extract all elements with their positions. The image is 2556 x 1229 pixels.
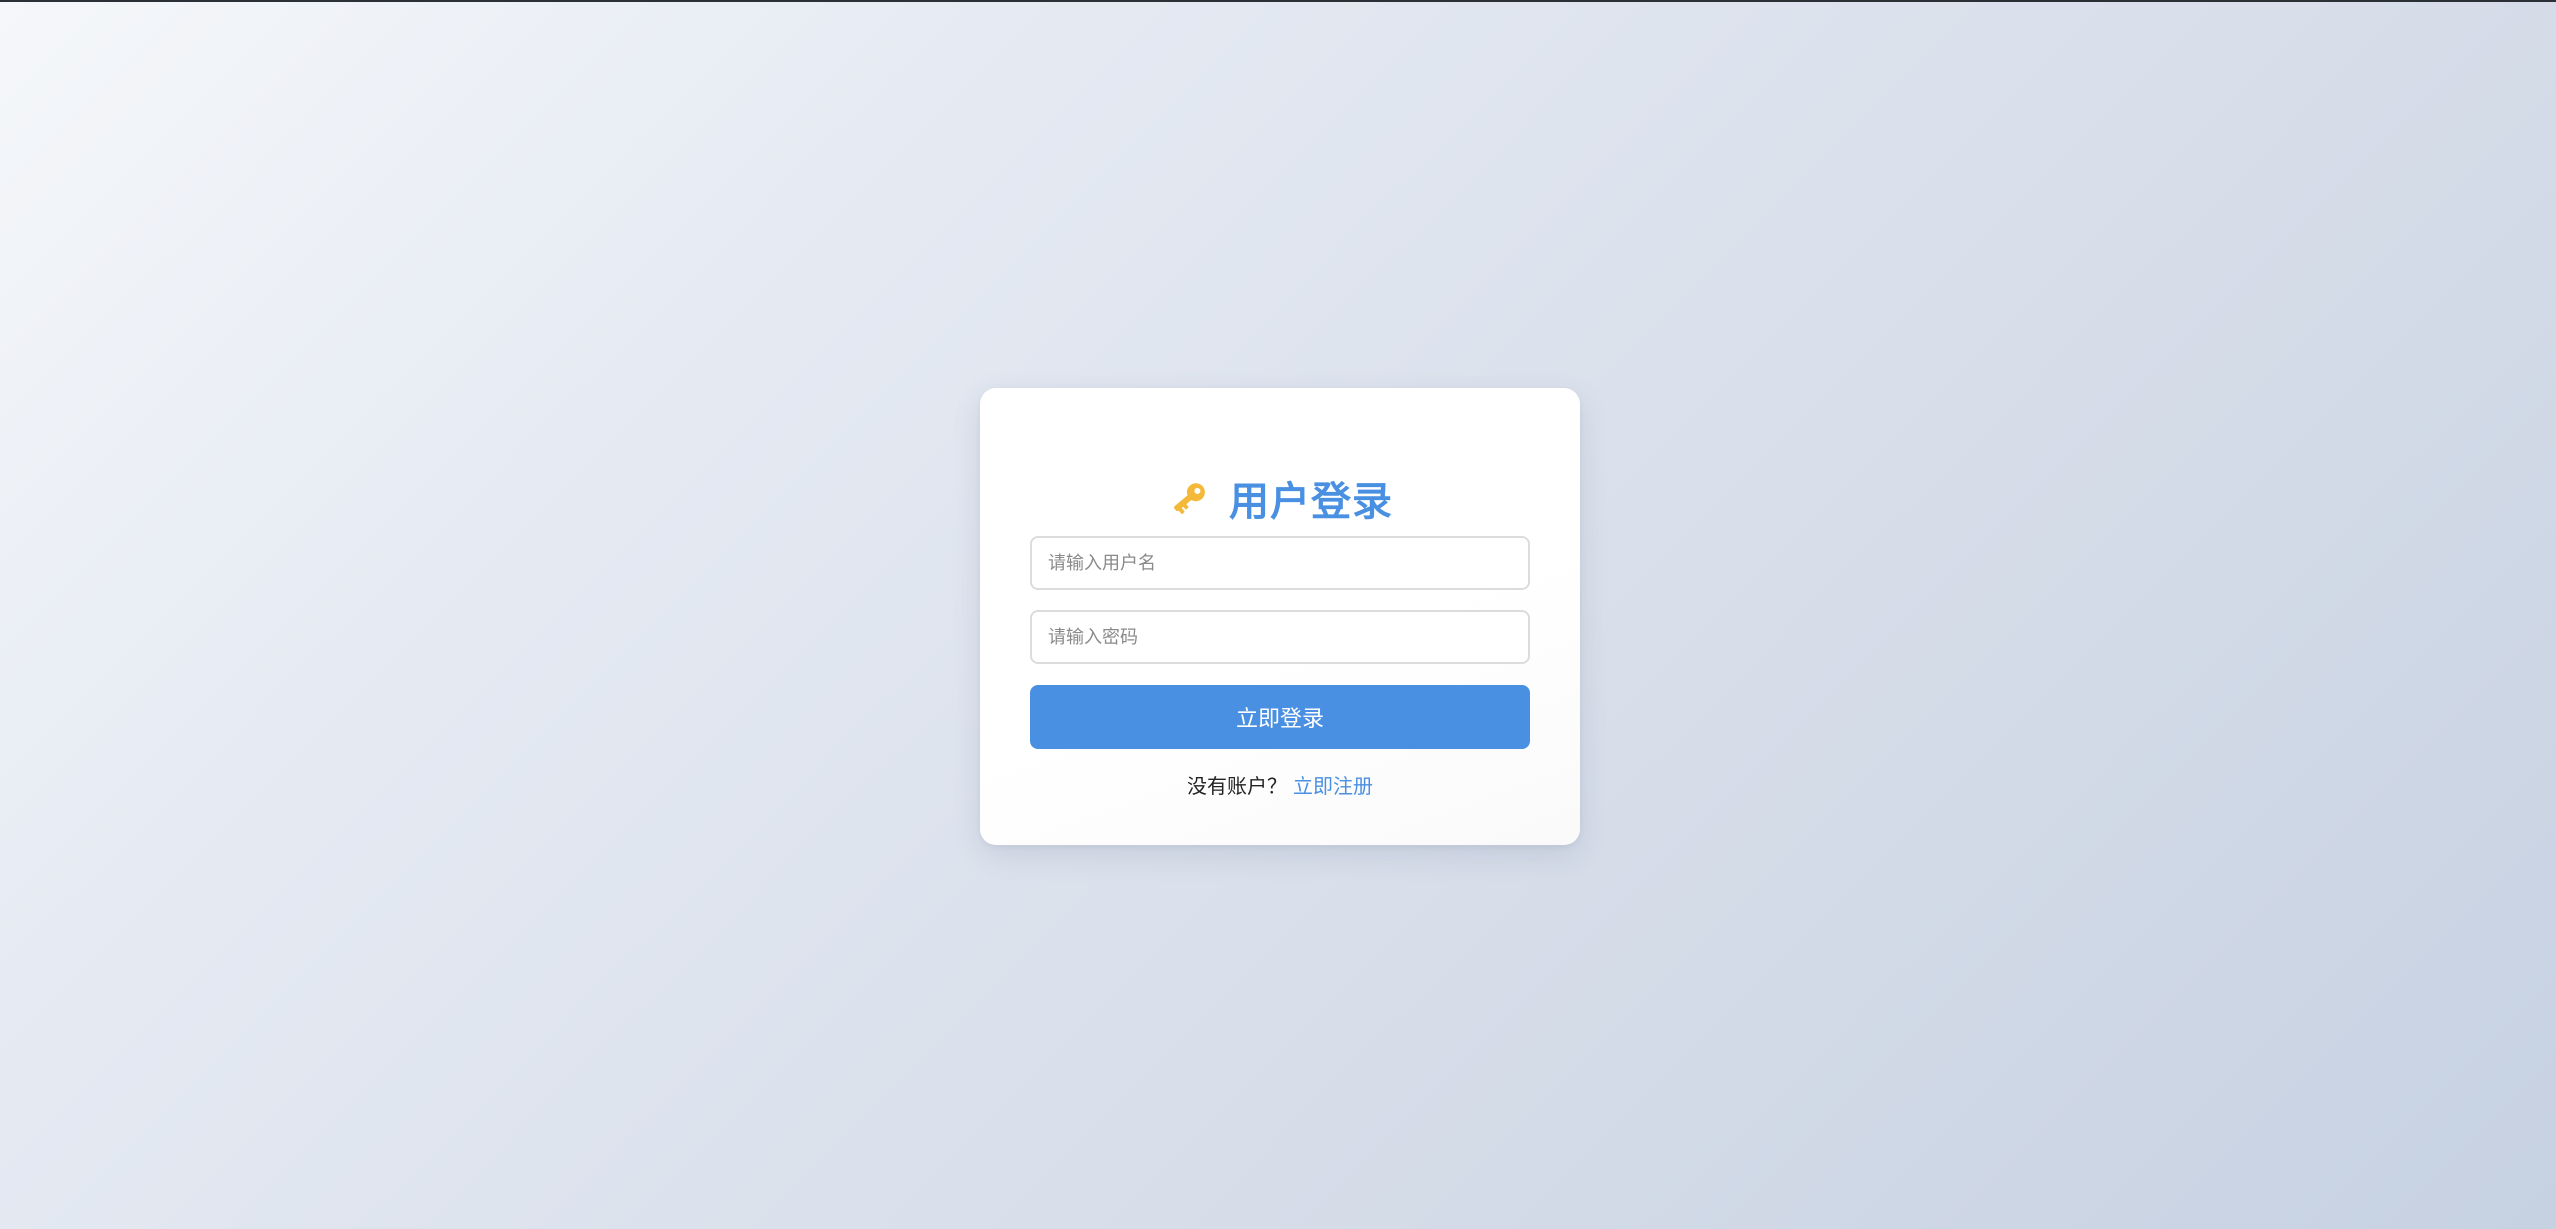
- login-button[interactable]: 立即登录: [1030, 685, 1530, 749]
- register-link[interactable]: 立即注册: [1293, 774, 1373, 798]
- register-prompt: 没有账户？ 立即注册: [980, 770, 1580, 799]
- window-top-border: [0, 0, 2556, 2]
- key-icon: [1174, 483, 1205, 515]
- username-input[interactable]: [1030, 536, 1530, 590]
- password-input[interactable]: [1030, 610, 1530, 664]
- no-account-text: 没有账户？: [1187, 774, 1287, 798]
- page-title: 用户登录: [1229, 479, 1393, 525]
- login-card: 用户登录 立即登录 没有账户？立即注册: [980, 388, 1580, 845]
- login-header: 用户登录: [980, 468, 1580, 528]
